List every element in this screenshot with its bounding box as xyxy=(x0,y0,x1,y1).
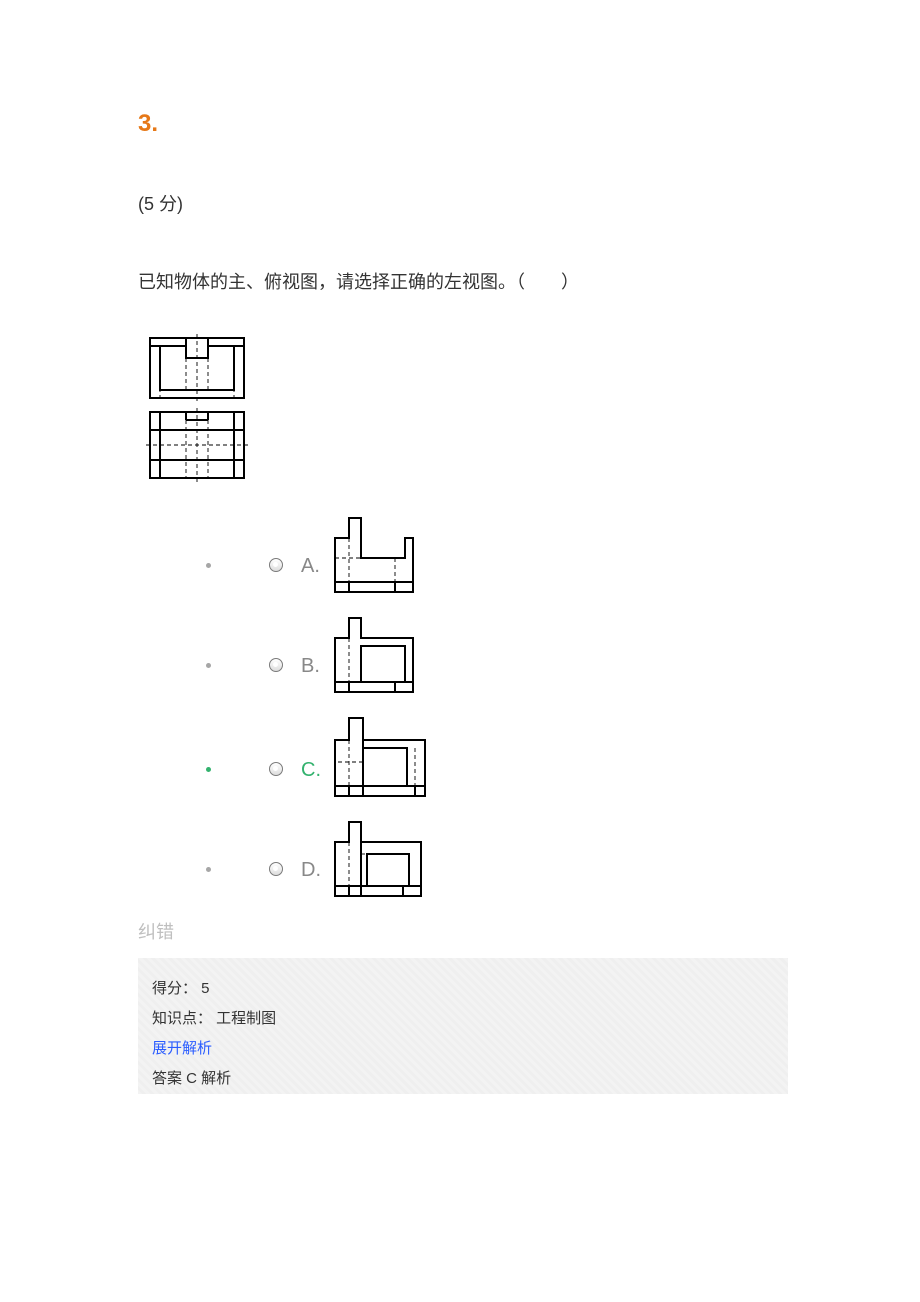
option-a-figure xyxy=(331,514,417,596)
bullet-icon xyxy=(206,767,211,772)
info-panel: 得分： 5 知识点： 工程制图 展开解析 答案 C 解析 xyxy=(138,958,788,1094)
radio-icon xyxy=(269,658,283,672)
knowledge-line: 知识点： 工程制图 xyxy=(152,1004,774,1034)
option-c-label: C. xyxy=(301,759,323,782)
radio-icon xyxy=(269,762,283,776)
question-page: 3. (5 分) 已知物体的主、俯视图，请选择正确的左视图。（ ） xyxy=(0,0,920,1302)
option-a[interactable]: A. xyxy=(138,514,920,596)
option-b-label: B. xyxy=(301,655,323,678)
option-b-figure xyxy=(331,614,417,696)
option-c-figure xyxy=(331,714,429,800)
question-number: 3. xyxy=(138,110,920,138)
expand-analysis-link[interactable]: 展开解析 xyxy=(152,1034,774,1064)
question-stem: 已知物体的主、俯视图，请选择正确的左视图。（ ） xyxy=(138,268,920,294)
option-c[interactable]: C. xyxy=(138,714,920,800)
score-line: 得分： 5 xyxy=(152,974,774,1004)
stem-figure xyxy=(146,334,920,484)
bullet-icon xyxy=(206,867,211,872)
option-b[interactable]: B. xyxy=(138,614,920,696)
option-d[interactable]: D. xyxy=(138,818,920,900)
bullet-icon xyxy=(206,563,211,568)
option-d-label: D. xyxy=(301,859,323,882)
bullet-icon xyxy=(206,663,211,668)
option-d-figure xyxy=(331,818,425,900)
radio-icon xyxy=(269,558,283,572)
points-label: (5 分) xyxy=(138,190,920,216)
radio-icon xyxy=(269,862,283,876)
answer-line: 答案 C 解析 xyxy=(152,1064,774,1094)
options-list: A. xyxy=(138,514,920,900)
correction-link[interactable]: 纠错 xyxy=(138,918,920,944)
option-a-label: A. xyxy=(301,555,323,578)
